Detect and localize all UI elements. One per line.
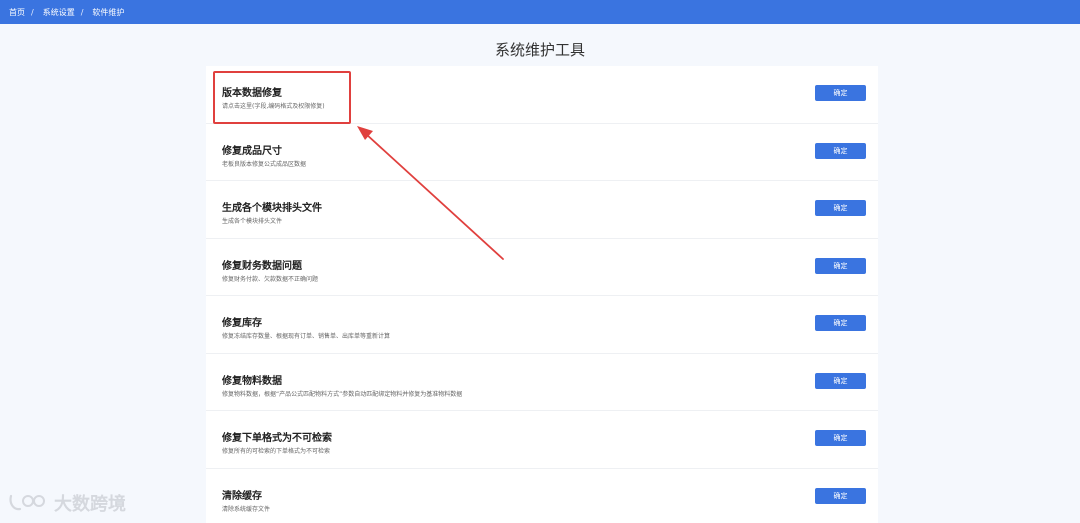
tools-panel: 版本数据修复 请点击这里(字段,编码格式及权限修复) 确定 修复成品尺寸 老板良… [206, 66, 878, 523]
tool-name: 清除缓存 [222, 490, 262, 502]
confirm-button[interactable]: 确定 [815, 430, 866, 446]
confirm-button[interactable]: 确定 [815, 315, 866, 331]
list-item: 修复库存 修复冻结库存数量、根据现有订单、销售单、出库单等重新计算 确定 [206, 296, 878, 354]
tool-name: 修复下单格式为不可检索 [222, 433, 332, 444]
list-item: 修复下单格式为不可检索 修复所有的可检索的下单格式为不可检索 确定 [206, 411, 878, 469]
tool-description: 老板良版本修复公式成品区数据 [222, 160, 307, 168]
tool-description: 生成各个模块排头文件 [222, 218, 283, 225]
tool-name: 生成各个模块排头文件 [222, 203, 322, 214]
tool-name: 修复财务数据问题 [222, 260, 302, 272]
list-item: 生成各个模块排头文件 生成各个模块排头文件 确定 [206, 181, 878, 239]
confirm-button[interactable]: 确定 [815, 85, 866, 101]
confirm-button[interactable]: 确定 [815, 257, 866, 274]
confirm-button[interactable]: 确定 [815, 142, 866, 159]
confirm-button[interactable]: 确定 [815, 200, 866, 216]
list-item: 修复成品尺寸 老板良版本修复公式成品区数据 确定 [206, 124, 878, 181]
breadcrumb-home[interactable]: 首页 [9, 7, 25, 18]
tool-description: 修复财务付款、欠款数据不正确问题 [222, 275, 319, 283]
highlight-box [213, 71, 351, 124]
list-item: 修复财务数据问题 修复财务付款、欠款数据不正确问题 确定 [206, 239, 878, 296]
page-title: 系统维护工具 [494, 41, 585, 59]
tool-name: 修复物料数据 [222, 375, 282, 387]
breadcrumb-separator: / [80, 7, 84, 17]
tool-description: 修复冻结库存数量、根据现有订单、销售单、出库单等重新计算 [222, 333, 391, 340]
confirm-button[interactable]: 确定 [815, 487, 866, 504]
tool-description: 清除系统缓存文件 [222, 505, 271, 513]
breadcrumb: 首页 / 系统设置 / 软件维护 [0, 0, 1080, 24]
watermark-logo-icon [9, 494, 45, 511]
tool-name: 修复成品尺寸 [222, 145, 282, 157]
tool-name: 修复库存 [222, 318, 262, 329]
tool-description: 修复物料数据，根据“产品公式匹配物料方式”参数自动匹配绑定物料并修复为基准物料数… [222, 390, 463, 398]
list-item: 清除缓存 清除系统缓存文件 确定 [206, 469, 878, 523]
breadcrumb-separator: / [31, 7, 34, 17]
breadcrumb-system-settings[interactable]: 系统设置 [43, 7, 75, 18]
watermark: 大数跨境 [8, 490, 126, 516]
list-item: 修复物料数据 修复物料数据，根据“产品公式匹配物料方式”参数自动匹配绑定物料并修… [206, 354, 878, 411]
tool-description: 修复所有的可检索的下单格式为不可检索 [222, 448, 331, 455]
breadcrumb-software-maintenance: 软件维护 [92, 7, 125, 17]
watermark-text: 大数跨境 [54, 494, 126, 515]
confirm-button[interactable]: 确定 [815, 372, 866, 389]
